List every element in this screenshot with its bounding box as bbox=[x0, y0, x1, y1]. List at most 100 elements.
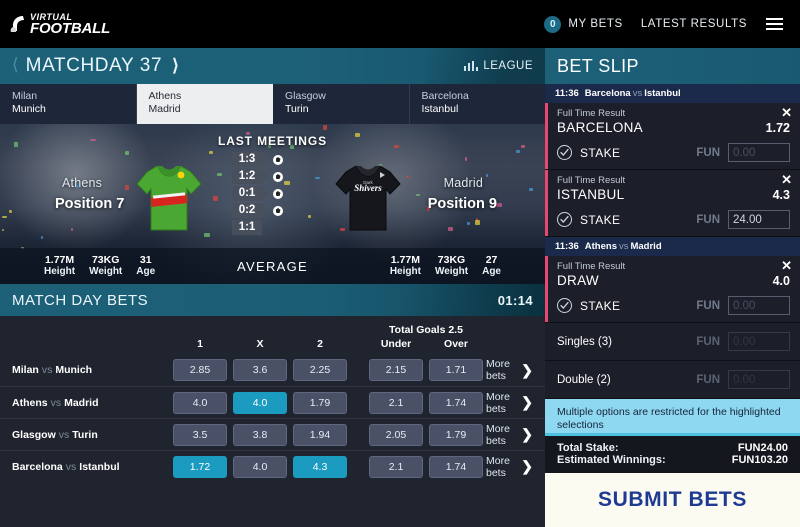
match-day-bets-bar: MATCH DAY BETS 01:14 bbox=[0, 284, 545, 316]
chevron-right-icon[interactable]: ⟩ bbox=[162, 56, 179, 76]
stake-input[interactable] bbox=[728, 210, 790, 229]
football-icon bbox=[273, 155, 283, 165]
app-logo[interactable]: VIRTUAL FOOTBALL bbox=[10, 13, 110, 36]
odds-button-2[interactable]: 1.79 bbox=[293, 392, 347, 414]
odds-button-1[interactable]: 3.5 bbox=[173, 424, 227, 446]
last-meetings-title: LAST MEETINGS bbox=[0, 134, 545, 148]
odds-button-over[interactable]: 1.71 bbox=[429, 359, 483, 381]
bet-slip-content[interactable]: 11:36 Barcelona vs Istanbul Full Time Result… bbox=[545, 84, 800, 433]
home-height-value: 1.77M bbox=[44, 254, 75, 266]
last-meeting-row: 1:2 bbox=[232, 169, 312, 184]
my-bets-label: MY BETS bbox=[568, 18, 622, 30]
stake-input[interactable] bbox=[728, 143, 790, 162]
combo-label: Singles (3) bbox=[557, 336, 612, 348]
league-button[interactable]: LEAGUE bbox=[442, 48, 545, 84]
tab-away-team: Munich bbox=[12, 103, 136, 116]
bet-slip-item-top: Full Time Result BARCELONA 1.72 ✕ bbox=[545, 103, 800, 139]
bet-market-label: Full Time Result bbox=[557, 261, 790, 273]
stake-label: STAKE bbox=[580, 213, 620, 227]
stake-input[interactable] bbox=[728, 296, 790, 315]
odds-button-x[interactable]: 3.8 bbox=[233, 424, 287, 446]
hamburger-menu-icon[interactable] bbox=[765, 15, 784, 33]
latest-results-button[interactable]: LATEST RESULTS bbox=[641, 18, 747, 30]
row-home-team: Barcelona bbox=[12, 461, 63, 473]
bet-slip-title: BET SLIP bbox=[557, 56, 639, 77]
odds-button-over[interactable]: 1.74 bbox=[429, 392, 483, 414]
bet-slip-totals: Total Stake: FUN24.00 Estimated Winnings… bbox=[545, 436, 800, 473]
home-height-label: Height bbox=[44, 266, 75, 278]
match-home: Barcelona bbox=[585, 88, 631, 99]
away-weight-value: 73KG bbox=[435, 254, 468, 266]
odds-button-1[interactable]: 4.0 bbox=[173, 392, 227, 414]
close-icon[interactable]: ✕ bbox=[781, 106, 792, 119]
more-bets-button[interactable]: More bets ❯ bbox=[486, 358, 545, 382]
top-bar-nav: 0 MY BETS LATEST RESULTS bbox=[544, 15, 784, 33]
bet-selection-name: DRAW bbox=[557, 273, 599, 288]
odds-button-x[interactable]: 4.0 bbox=[233, 392, 287, 414]
combo-label: Double (2) bbox=[557, 374, 611, 386]
odds-button-over[interactable]: 1.74 bbox=[429, 456, 483, 478]
more-bets-label: More bets bbox=[486, 423, 515, 447]
more-bets-button[interactable]: More bets ❯ bbox=[486, 391, 545, 415]
odds-button-over[interactable]: 1.79 bbox=[429, 424, 483, 446]
stake-label: STAKE bbox=[580, 146, 620, 160]
confetti-particle bbox=[475, 220, 481, 225]
away-team-stats: 1.77M Height 73KG Weight 27 Age bbox=[390, 254, 545, 278]
match-home: Athens bbox=[585, 241, 617, 252]
odds-button-1[interactable]: 2.85 bbox=[173, 359, 227, 381]
combo-bet-row[interactable]: Double (2) FUN bbox=[545, 361, 800, 399]
check-circle-icon[interactable] bbox=[557, 212, 572, 227]
row-home-team: Glasgow bbox=[12, 429, 56, 441]
check-circle-icon[interactable] bbox=[557, 298, 572, 313]
my-bets-button[interactable]: 0 MY BETS bbox=[544, 16, 622, 33]
match-tab-athens[interactable]: Athens Madrid bbox=[137, 84, 274, 124]
odds-button-x[interactable]: 4.0 bbox=[233, 456, 287, 478]
combo-bet-row[interactable]: Singles (3) FUN bbox=[545, 323, 800, 361]
last-meeting-score: 1:2 bbox=[232, 169, 262, 184]
table-row: Glasgow vs Turin 3.5 3.8 1.94 2.05 1.79 More bet… bbox=[0, 418, 545, 450]
odds-button-under[interactable]: 2.15 bbox=[369, 359, 423, 381]
column-header-x: X bbox=[233, 338, 287, 350]
odds-button-x[interactable]: 3.6 bbox=[233, 359, 287, 381]
confetti-particle bbox=[2, 216, 8, 218]
submit-bets-button[interactable]: SUBMIT BETS bbox=[545, 473, 800, 527]
combo-stake-input[interactable] bbox=[728, 332, 790, 351]
column-header-under: Under bbox=[369, 338, 423, 350]
combo-stake-input[interactable] bbox=[728, 370, 790, 389]
more-bets-button[interactable]: More bets ❯ bbox=[486, 423, 545, 447]
column-header-2: 2 bbox=[293, 338, 347, 350]
table-row: Athens vs Madrid 4.0 4.0 1.79 2.1 1.74 More bets… bbox=[0, 386, 545, 418]
check-circle-icon[interactable] bbox=[557, 145, 572, 160]
odds-button-under[interactable]: 2.1 bbox=[369, 392, 423, 414]
home-age-stat: 31 Age bbox=[136, 254, 155, 278]
match-tab-milan[interactable]: Milan Munich bbox=[0, 84, 137, 124]
bet-selection-name: ISTANBUL bbox=[557, 187, 624, 202]
stake-row: STAKE FUN bbox=[545, 292, 800, 322]
bets-count-badge: 0 bbox=[544, 16, 561, 33]
match-tab-glasgow[interactable]: Glasgow Turin bbox=[273, 84, 410, 124]
football-boot-icon bbox=[10, 14, 26, 34]
confetti-particle bbox=[467, 222, 470, 225]
match-time: 11:36 bbox=[555, 241, 579, 252]
odds-button-under[interactable]: 2.05 bbox=[369, 424, 423, 446]
close-icon[interactable]: ✕ bbox=[781, 173, 792, 186]
odds-button-1[interactable]: 1.72 bbox=[173, 456, 227, 478]
odds-button-under[interactable]: 2.1 bbox=[369, 456, 423, 478]
last-meeting-row: 0:2 bbox=[232, 203, 312, 218]
chevron-right-icon: ❯ bbox=[521, 394, 533, 411]
match-day-bets-timer: 01:14 bbox=[498, 293, 533, 308]
close-icon[interactable]: ✕ bbox=[781, 259, 792, 272]
odds-button-2[interactable]: 4.3 bbox=[293, 456, 347, 478]
match-tab-barcelona[interactable]: Barcelona Istanbul bbox=[410, 84, 546, 124]
chevron-left-icon[interactable]: ⟨ bbox=[10, 55, 26, 77]
more-bets-button[interactable]: More bets ❯ bbox=[486, 455, 545, 479]
confetti-particle bbox=[71, 228, 73, 232]
column-header-1: 1 bbox=[173, 338, 227, 350]
away-height-value: 1.77M bbox=[390, 254, 421, 266]
last-meeting-row: 1:3 bbox=[232, 152, 312, 167]
odds-button-2[interactable]: 1.94 bbox=[293, 424, 347, 446]
home-age-value: 31 bbox=[136, 254, 155, 266]
confetti-particle bbox=[204, 233, 210, 237]
matchday-title: MATCHDAY 37 bbox=[26, 55, 162, 77]
odds-button-2[interactable]: 2.25 bbox=[293, 359, 347, 381]
